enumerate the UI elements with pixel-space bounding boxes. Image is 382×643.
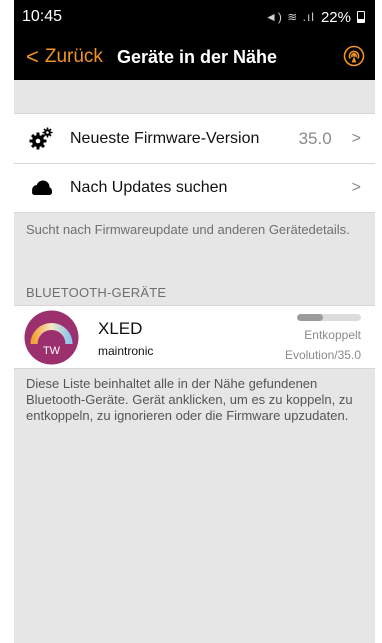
status-time: 10:45: [22, 8, 63, 25]
status-icons: ◄) ≋ .ıl: [265, 10, 315, 24]
status-bar: 10:45 ◄) ≋ .ıl 22%: [14, 0, 375, 34]
back-label: Zurück: [44, 46, 103, 67]
bluetooth-footer-note: Diese Liste beinhaltet alle in der Nähe …: [26, 376, 353, 423]
device-status: Entkoppelt: [304, 328, 361, 342]
gears-icon: [28, 126, 54, 152]
firmware-version-value: 35.0: [298, 128, 332, 148]
device-avatar: TW: [24, 310, 79, 365]
bluetooth-section-header: BLUETOOTH-GERÄTE: [26, 285, 167, 300]
battery-percent: 22%: [320, 8, 351, 26]
navigation-bar: < Zurück Geräte in der Nähe: [14, 34, 375, 80]
top-spacer: [14, 80, 375, 113]
device-badge-text: TW: [43, 345, 61, 357]
broadcast-icon[interactable]: [343, 45, 365, 67]
back-button[interactable]: < Zurück: [26, 46, 103, 68]
device-version: Evolution/35.0: [284, 348, 361, 362]
page-title: Geräte in der Nähe: [116, 46, 277, 67]
chevron-right-icon: >: [351, 129, 361, 147]
device-manufacturer: maintronic: [98, 344, 154, 358]
phone-screen: 10:45 ◄) ≋ .ıl 22% < Zurück Geräte in de…: [14, 0, 375, 643]
firmware-version-label: Neueste Firmware-Version: [70, 129, 260, 147]
check-updates-label: Nach Updates suchen: [70, 179, 228, 196]
firmware-settings-group: Neueste Firmware-Version 35.0 > Nach Upd…: [14, 113, 375, 213]
battery-icon: [357, 11, 365, 23]
status-indicators: ◄) ≋ .ıl 22%: [265, 9, 365, 26]
chevron-right-icon: >: [351, 179, 361, 196]
firmware-version-row[interactable]: Neueste Firmware-Version 35.0 >: [14, 114, 375, 163]
signal-strength-bar: [297, 314, 361, 321]
back-chevron-icon: <: [26, 44, 39, 69]
firmware-footer-note: Sucht nach Firmwareupdate und anderen Ge…: [26, 222, 350, 237]
cloud-icon: [28, 175, 54, 201]
device-name: XLED: [98, 319, 143, 338]
signal-strength-fill: [297, 314, 323, 321]
check-updates-row[interactable]: Nach Updates suchen >: [14, 163, 375, 212]
device-row-xled[interactable]: TW XLED maintronic Entkoppelt Evolution/…: [14, 305, 375, 369]
